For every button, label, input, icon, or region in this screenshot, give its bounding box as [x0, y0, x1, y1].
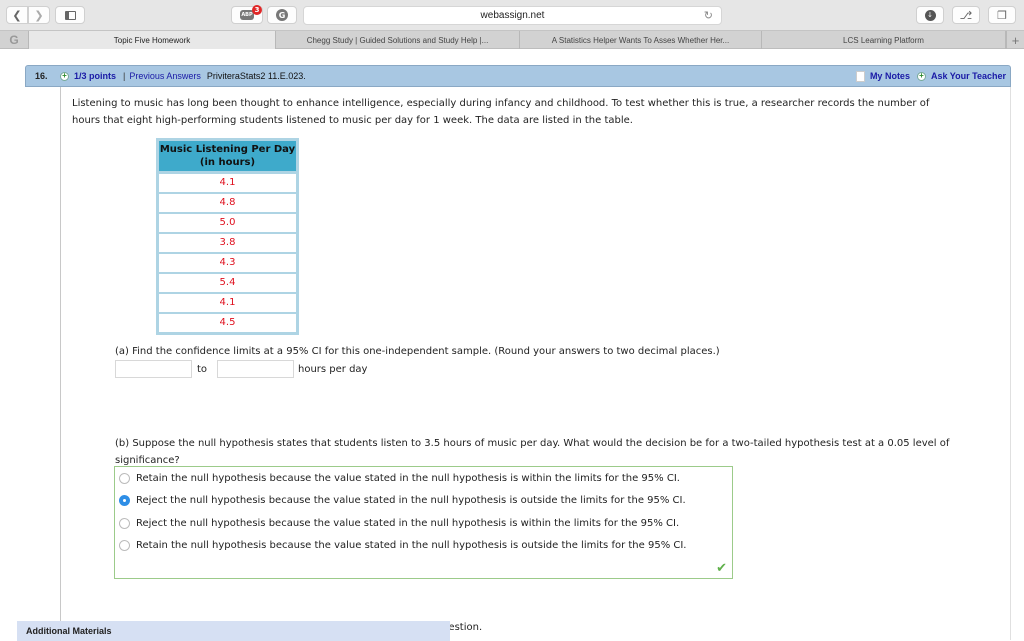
- forward-button[interactable]: ❯: [28, 6, 50, 24]
- browser-toolbar: ❮ ❯ ABP 3 G webassign.net ↻ ↓ ⎇ ❐: [0, 0, 1024, 30]
- tab-label: Chegg Study | Guided Solutions and Study…: [306, 35, 489, 45]
- question-body: Listening to music has long been thought…: [60, 87, 1011, 640]
- radio-button-selected[interactable]: [119, 495, 130, 506]
- table-cell: 3.8: [159, 234, 296, 252]
- part-b-prompt: (b) Suppose the null hypothesis states t…: [115, 438, 950, 466]
- pinned-tab[interactable]: G: [0, 31, 29, 49]
- sidebar-toggle-button[interactable]: [55, 6, 85, 24]
- chevron-right-icon: ❯: [34, 8, 44, 22]
- tab-label: A Statistics Helper Wants To Asses Wheth…: [551, 35, 730, 45]
- question-number: 16.: [35, 71, 48, 81]
- tab-label: LCS Learning Platform: [843, 35, 924, 45]
- checkmark-icon: ✔: [716, 561, 727, 576]
- table-header: Music Listening Per Day (in hours): [159, 141, 296, 171]
- part-a-answer-row: to hours per day: [115, 360, 367, 378]
- grammarly-button[interactable]: G: [267, 6, 297, 24]
- share-button[interactable]: ⎇: [952, 6, 980, 24]
- url-text: webassign.net: [480, 10, 545, 21]
- notes-icon: [855, 70, 865, 82]
- header-actions: My Notes + Ask Your Teacher: [855, 70, 1006, 82]
- to-label: to: [197, 363, 208, 375]
- choice-label: Reject the null hypothesis because the v…: [136, 495, 686, 506]
- intro-line: Listening to music has long been thought…: [72, 98, 930, 109]
- table-cell: 5.4: [159, 274, 296, 292]
- plus-icon: +: [1011, 32, 1020, 48]
- tab-statistics-helper[interactable]: A Statistics Helper Wants To Asses Wheth…: [520, 31, 762, 49]
- google-icon: G: [9, 33, 19, 47]
- adblock-badge: 3: [252, 5, 262, 15]
- answer-choices: Retain the null hypothesis because the v…: [114, 466, 733, 579]
- sidebar-icon: [64, 10, 76, 20]
- plus-circle-icon: +: [916, 71, 926, 81]
- points-link[interactable]: 1/3 points: [74, 71, 116, 81]
- adblock-button[interactable]: ABP 3: [231, 5, 263, 24]
- separator: |: [123, 71, 126, 81]
- additional-materials-header[interactable]: Additional Materials: [17, 621, 450, 641]
- chevron-left-icon: ❮: [12, 8, 22, 22]
- choice-label: Retain the null hypothesis because the v…: [136, 540, 687, 551]
- radio-button[interactable]: [119, 540, 130, 551]
- table-cell: 4.5: [159, 314, 296, 332]
- new-tab-button[interactable]: +: [1006, 31, 1024, 49]
- tab-label: Topic Five Homework: [113, 35, 191, 45]
- table-cell: 4.8: [159, 194, 296, 212]
- grammarly-icon: G: [276, 9, 288, 21]
- downloads-button[interactable]: ↓: [916, 6, 944, 24]
- choice-option[interactable]: Reject the null hypothesis because the v…: [119, 518, 679, 529]
- ask-teacher-link[interactable]: Ask Your Teacher: [931, 71, 1006, 81]
- tab-lcs-learning[interactable]: LCS Learning Platform: [762, 31, 1006, 49]
- plus-circle-icon: +: [60, 71, 69, 81]
- tab-chegg-study[interactable]: Chegg Study | Guided Solutions and Study…: [276, 31, 520, 49]
- reload-icon[interactable]: ↻: [704, 9, 713, 22]
- radio-button[interactable]: [119, 518, 130, 529]
- choice-label: Reject the null hypothesis because the v…: [136, 518, 680, 529]
- previous-answers-link[interactable]: Previous Answers: [129, 71, 201, 81]
- tabs-icon: ❐: [997, 8, 1007, 22]
- choice-option[interactable]: Retain the null hypothesis because the v…: [119, 540, 686, 551]
- table-cell: 4.3: [159, 254, 296, 272]
- data-table: Music Listening Per Day (in hours) 4.1 4…: [156, 138, 299, 335]
- question-header: 16. + 1/3 points | Previous Answers Priv…: [25, 65, 1011, 87]
- unit-label: hours per day: [298, 363, 368, 375]
- table-cell: 5.0: [159, 214, 296, 232]
- show-tabs-button[interactable]: ❐: [988, 6, 1016, 24]
- question-code: PriviteraStats2 11.E.023.: [206, 71, 306, 81]
- upper-limit-input[interactable]: [217, 360, 294, 378]
- table-cell: 4.1: [159, 294, 296, 312]
- back-button[interactable]: ❮: [6, 6, 28, 24]
- tab-bar: G Topic Five Homework Chegg Study | Guid…: [0, 30, 1024, 49]
- question-intro: Listening to music has long been thought…: [72, 95, 992, 129]
- tab-topic-five-homework[interactable]: Topic Five Homework: [29, 31, 276, 49]
- page-content: 16. + 1/3 points | Previous Answers Priv…: [0, 50, 1024, 641]
- lower-limit-input[interactable]: [115, 360, 192, 378]
- part-a-prompt: (a) Find the confidence limits at a 95% …: [115, 346, 720, 357]
- choice-option[interactable]: Retain the null hypothesis because the v…: [119, 473, 680, 484]
- choice-option[interactable]: Reject the null hypothesis because the v…: [119, 495, 686, 506]
- table-cell: 4.1: [159, 174, 296, 192]
- choice-label: Retain the null hypothesis because the v…: [136, 473, 680, 484]
- my-notes-link[interactable]: My Notes: [870, 71, 910, 81]
- share-icon: ⎇: [959, 8, 973, 22]
- radio-button[interactable]: [119, 473, 130, 484]
- intro-line: hours that eight high-performing student…: [72, 115, 633, 126]
- address-bar[interactable]: webassign.net ↻: [303, 6, 722, 25]
- download-icon: ↓: [924, 9, 936, 21]
